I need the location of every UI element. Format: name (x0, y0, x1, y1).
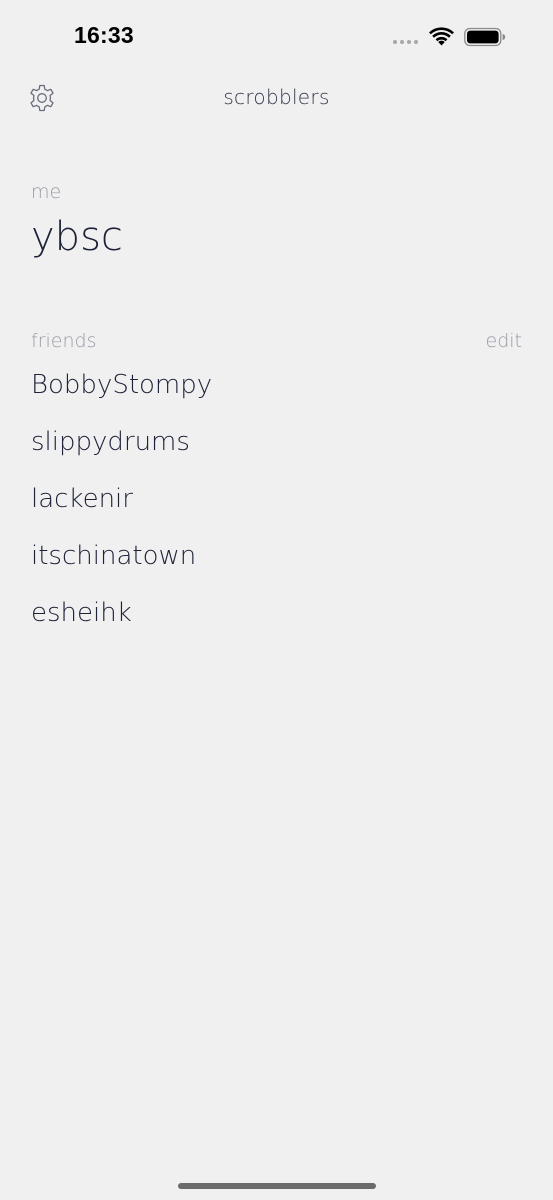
friend-item[interactable]: slippydrums (31, 423, 212, 480)
status-time: 16:33 (74, 22, 134, 48)
edit-friends-button[interactable]: edit (486, 330, 522, 352)
my-username[interactable]: ybsc (31, 214, 123, 260)
cellular-signal-icon (393, 40, 418, 44)
friends-section-label: friends (31, 330, 97, 352)
status-bar: 16:33 (0, 0, 553, 70)
friend-item[interactable]: esheihk (31, 594, 212, 651)
me-section-label: me (31, 181, 62, 203)
friends-list: BobbyStompy slippydrums lackenir itschin… (31, 366, 212, 651)
friend-item[interactable]: BobbyStompy (31, 366, 212, 423)
battery-icon (464, 27, 506, 47)
friend-item[interactable]: lackenir (31, 480, 212, 537)
wifi-icon (429, 27, 454, 46)
home-indicator[interactable] (178, 1183, 376, 1189)
nav-bar: scrobblers (0, 76, 553, 120)
friend-item[interactable]: itschinatown (31, 537, 212, 594)
page-title: scrobblers (223, 85, 330, 109)
